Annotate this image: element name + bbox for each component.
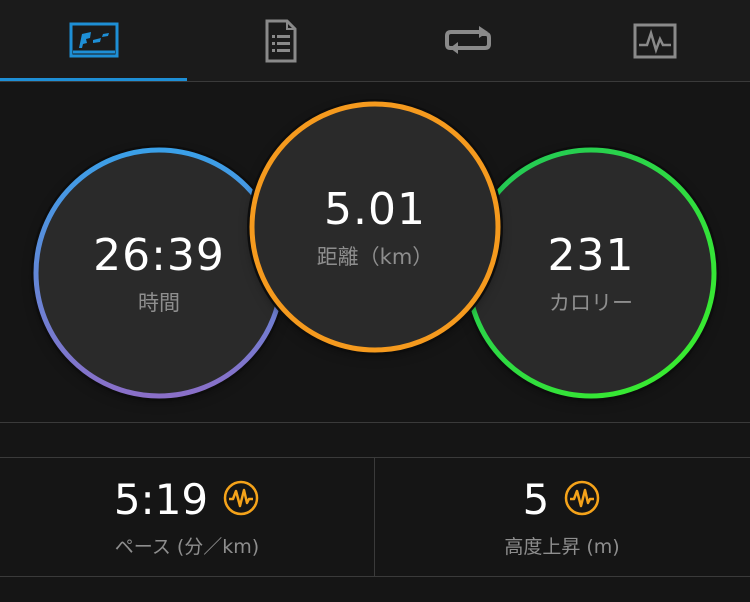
distance-value: 5.01	[324, 183, 426, 235]
divider	[0, 576, 750, 577]
elevation-stat[interactable]: 5 高度上昇 (m)	[375, 458, 749, 576]
calories-value: 231	[547, 229, 635, 281]
calories-label: カロリー	[549, 290, 633, 315]
loop-icon	[444, 24, 492, 58]
time-metric-circle: 26:39 時間	[33, 147, 285, 399]
elevation-label: 高度上昇 (m)	[504, 536, 620, 558]
pace-value: 5:19	[113, 475, 209, 524]
pulse-icon	[563, 479, 601, 521]
time-value: 26:39	[93, 229, 225, 281]
distance-label: 距離（km）	[316, 244, 434, 269]
pulse-icon	[222, 479, 260, 521]
run-chart-icon	[69, 22, 119, 60]
pace-stat[interactable]: 5:19 ペース (分／km)	[0, 458, 374, 576]
tab-divider	[0, 81, 750, 82]
tab-charts[interactable]	[561, 0, 748, 82]
document-list-icon	[264, 19, 298, 63]
tab-bar	[0, 0, 750, 82]
calories-metric-circle: 231 カロリー	[465, 147, 717, 399]
tab-laps[interactable]	[374, 0, 561, 82]
activity-graph-icon	[633, 23, 677, 59]
tab-summary[interactable]	[0, 0, 187, 82]
time-label: 時間	[138, 290, 180, 315]
divider	[0, 422, 750, 423]
pace-label: ペース (分／km)	[114, 536, 260, 558]
distance-metric-circle: 5.01 距離（km）	[249, 101, 501, 353]
elevation-value: 5	[522, 475, 550, 524]
tab-details[interactable]	[187, 0, 374, 82]
